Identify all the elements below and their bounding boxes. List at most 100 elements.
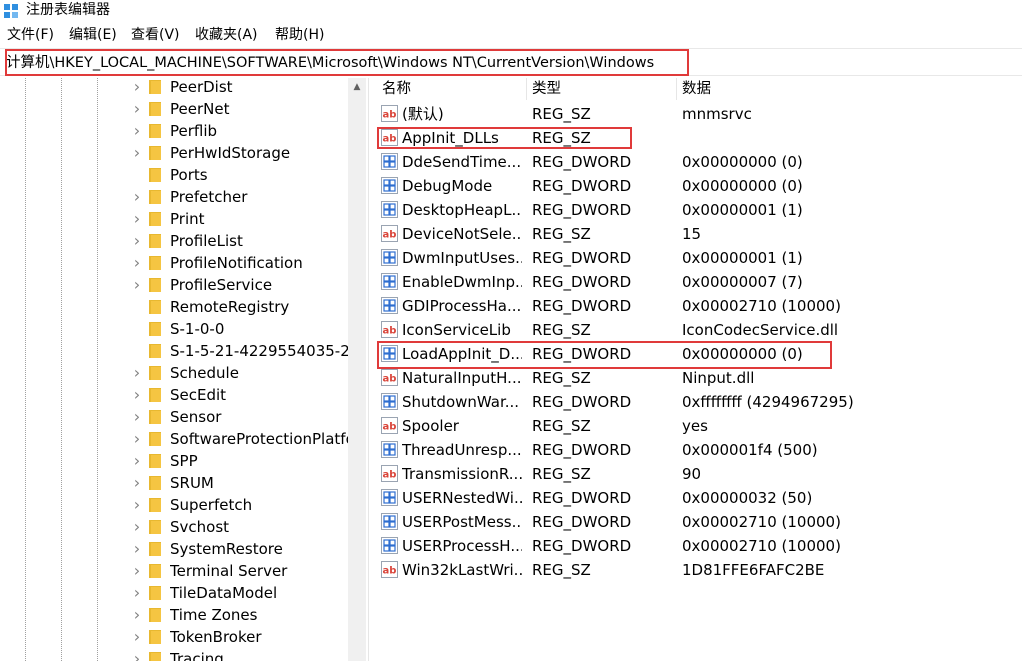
value-row[interactable]: ab NaturalInputH... REG_SZ Ninput.dll [374, 366, 1022, 390]
value-row[interactable]: ab DeviceNotSele... REG_SZ 15 [374, 222, 1022, 246]
tree-item[interactable]: › Perflib [0, 120, 350, 142]
scroll-up-arrow-icon[interactable]: ▲ [348, 78, 366, 96]
tree-item[interactable]: › PeerNet [0, 98, 350, 120]
svg-text:ab: ab [383, 230, 397, 241]
value-type: REG_SZ [532, 561, 591, 579]
address-bar[interactable]: 计算机\HKEY_LOCAL_MACHINE\SOFTWARE\Microsof… [0, 48, 1022, 76]
menu-view[interactable]: 查看(V) [131, 24, 180, 46]
tree-item[interactable]: › SRUM [0, 472, 350, 494]
column-header-data[interactable]: 数据 [682, 78, 711, 100]
value-row[interactable]: ab Spooler REG_SZ yes [374, 414, 1022, 438]
chevron-right-icon[interactable]: › [131, 519, 143, 535]
menu-file[interactable]: 文件(F) [7, 24, 54, 46]
chevron-right-icon[interactable]: › [131, 211, 143, 227]
value-row[interactable]: USERProcessH... REG_DWORD 0x00002710 (1000… [374, 534, 1022, 558]
value-row[interactable]: DwmInputUses... REG_DWORD 0x00000001 (1) [374, 246, 1022, 270]
tree-item[interactable]: › Print [0, 208, 350, 230]
tree-item-label: ProfileList [170, 232, 243, 250]
chevron-right-icon[interactable]: › [131, 453, 143, 469]
tree-item[interactable]: › Prefetcher [0, 186, 350, 208]
tree-item[interactable]: S-1-0-0 [0, 318, 350, 340]
value-type: REG_SZ [532, 369, 591, 387]
tree-item[interactable]: › ProfileService [0, 274, 350, 296]
value-row[interactable]: USERPostMess... REG_DWORD 0x00002710 (1000… [374, 510, 1022, 534]
column-divider[interactable] [526, 78, 527, 100]
chevron-right-icon[interactable]: › [131, 255, 143, 271]
value-row[interactable]: DebugMode REG_DWORD 0x00000000 (0) [374, 174, 1022, 198]
tree-item[interactable]: › SecEdit [0, 384, 350, 406]
menu-edit[interactable]: 编辑(E) [69, 24, 117, 46]
value-row[interactable]: ShutdownWar... REG_DWORD 0xffffffff (42949… [374, 390, 1022, 414]
tree-item[interactable]: › PeerDist [0, 78, 350, 98]
tree-item-label: SoftwareProtectionPlatfo [170, 430, 348, 448]
value-row[interactable]: GDIProcessHa... REG_DWORD 0x00002710 (1000… [374, 294, 1022, 318]
value-row[interactable]: ThreadUnresp... REG_DWORD 0x000001f4 (500) [374, 438, 1022, 462]
tree-item[interactable]: › TokenBroker [0, 626, 350, 648]
chevron-right-icon[interactable]: › [131, 101, 143, 117]
chevron-right-icon[interactable]: › [131, 475, 143, 491]
tree-item[interactable]: Ports [0, 164, 350, 186]
tree-item-label: Print [170, 210, 205, 228]
tree-item[interactable]: › ProfileNotification [0, 252, 350, 274]
chevron-right-icon[interactable]: › [131, 651, 143, 661]
value-list-pane[interactable]: 名称 类型 数据 ab (默认) REG_SZ mnmsrvc ab AppInit_DL… [374, 78, 1022, 661]
value-row[interactable]: ab Win32kLastWri... REG_SZ 1D81FFE6FAFC2BE [374, 558, 1022, 582]
chevron-right-icon[interactable]: › [131, 277, 143, 293]
chevron-right-icon[interactable]: › [131, 189, 143, 205]
tree-item[interactable]: › Sensor [0, 406, 350, 428]
column-header-type[interactable]: 类型 [532, 78, 561, 100]
tree-item[interactable]: › Svchost [0, 516, 350, 538]
tree-item[interactable]: › TileDataModel [0, 582, 350, 604]
tree-item-label: ProfileNotification [170, 254, 303, 272]
chevron-right-icon[interactable]: › [131, 145, 143, 161]
key-tree-pane[interactable]: › PeerDist › PeerNet › Perflib › PerHwIdStorage… [0, 78, 368, 661]
tree-item[interactable]: › Time Zones [0, 604, 350, 626]
folder-icon [149, 498, 161, 512]
chevron-right-icon[interactable]: › [131, 233, 143, 249]
chevron-right-icon[interactable]: › [131, 79, 143, 95]
menu-favorites[interactable]: 收藏夹(A) [195, 24, 258, 46]
tree-item[interactable]: › Superfetch [0, 494, 350, 516]
tree-item-label: Prefetcher [170, 188, 248, 206]
tree-item-label: Time Zones [170, 606, 258, 624]
chevron-right-icon[interactable]: › [131, 563, 143, 579]
menu-bar: 文件(F) 编辑(E) 查看(V) 收藏夹(A) 帮助(H) [0, 24, 1022, 46]
value-row[interactable]: USERNestedWi... REG_DWORD 0x00000032 (50) [374, 486, 1022, 510]
tree-item[interactable]: › SoftwareProtectionPlatfo [0, 428, 350, 450]
tree-item[interactable]: › SystemRestore [0, 538, 350, 560]
address-path[interactable]: 计算机\HKEY_LOCAL_MACHINE\SOFTWARE\Microsof… [6, 51, 654, 75]
tree-item[interactable]: › PerHwIdStorage [0, 142, 350, 164]
column-header-name[interactable]: 名称 [382, 78, 411, 100]
binary-value-icon [381, 537, 398, 554]
value-row[interactable]: ab TransmissionR... REG_SZ 90 [374, 462, 1022, 486]
value-row[interactable]: ab (默认) REG_SZ mnmsrvc [374, 102, 1022, 126]
value-row[interactable]: ab AppInit_DLLs REG_SZ [374, 126, 1022, 150]
tree-item[interactable]: › ProfileList [0, 230, 350, 252]
folder-icon [149, 102, 161, 116]
chevron-right-icon[interactable]: › [131, 629, 143, 645]
value-row[interactable]: LoadAppInit_D... REG_DWORD 0x00000000 (0) [374, 342, 1022, 366]
tree-scrollbar[interactable]: ▲ [348, 78, 366, 661]
value-row[interactable]: DdeSendTime... REG_DWORD 0x00000000 (0) [374, 150, 1022, 174]
chevron-right-icon[interactable]: › [131, 123, 143, 139]
chevron-right-icon[interactable]: › [131, 585, 143, 601]
tree-item[interactable]: › Schedule [0, 362, 350, 384]
tree-item[interactable]: S-1-5-21-4229554035-26 [0, 340, 350, 362]
tree-item[interactable]: RemoteRegistry [0, 296, 350, 318]
folder-icon [149, 212, 161, 226]
tree-item[interactable]: › SPP [0, 450, 350, 472]
tree-item[interactable]: › Tracing [0, 648, 350, 661]
chevron-right-icon[interactable]: › [131, 365, 143, 381]
chevron-right-icon[interactable]: › [131, 607, 143, 623]
chevron-right-icon[interactable]: › [131, 431, 143, 447]
column-divider[interactable] [676, 78, 677, 100]
chevron-right-icon[interactable]: › [131, 497, 143, 513]
value-row[interactable]: EnableDwmInp... REG_DWORD 0x00000007 (7) [374, 270, 1022, 294]
menu-help[interactable]: 帮助(H) [275, 24, 324, 46]
tree-item[interactable]: › Terminal Server [0, 560, 350, 582]
chevron-right-icon[interactable]: › [131, 409, 143, 425]
chevron-right-icon[interactable]: › [131, 541, 143, 557]
chevron-right-icon[interactable]: › [131, 387, 143, 403]
value-row[interactable]: ab IconServiceLib REG_SZ IconCodecService.d… [374, 318, 1022, 342]
value-row[interactable]: DesktopHeapL... REG_DWORD 0x00000001 (1) [374, 198, 1022, 222]
